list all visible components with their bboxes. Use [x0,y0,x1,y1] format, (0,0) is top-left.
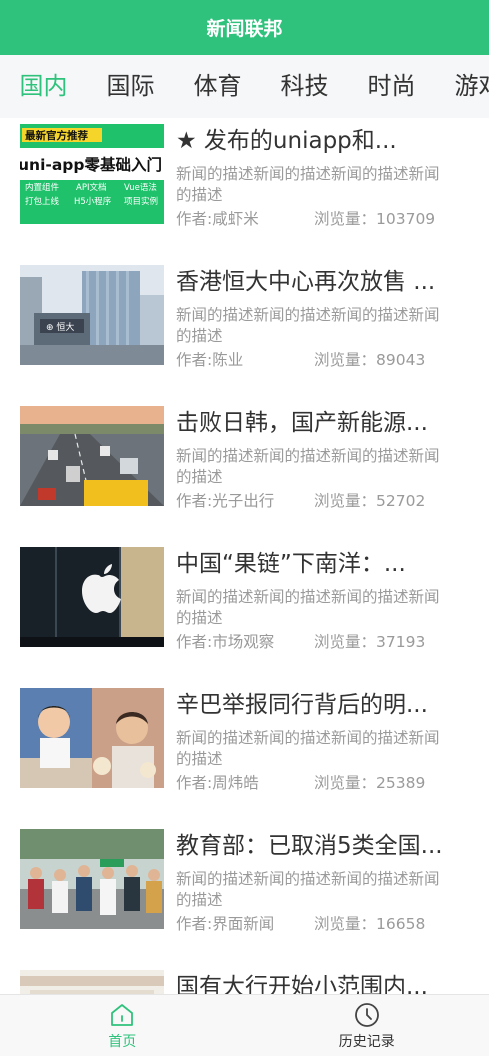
news-description: 新闻的描述新闻的描述新闻的描述新闻的描述 [176,588,440,627]
news-author: 作者:咸虾米 [176,210,259,228]
news-title: ★ 发布的uniapp和... [176,128,397,154]
banner-keyword: Vue语法 [124,182,157,193]
news-author: 作者:市场观察 [176,633,275,651]
news-title: 教育部：已取消5类全国... [176,833,443,859]
category-tabs[interactable]: 国内 国际 体育 科技 时尚 游戏 [0,55,489,118]
svg-text:⊕ 恒大: ⊕ 恒大 [46,321,74,333]
news-item[interactable]: 击败日韩，国产新能源... 新闻的描述新闻的描述新闻的描述新闻的描述 作者:光子… [0,400,489,541]
tab-tech[interactable]: 科技 [261,55,348,118]
news-title: 国有大行开始小范围内... [176,974,428,994]
news-item[interactable]: 国有大行开始小范围内... [0,964,489,994]
tab-games[interactable]: 游戏 [435,55,489,118]
tabbar-home[interactable]: 首页 [0,995,245,1056]
news-title: 辛巴举报同行背后的明... [176,692,428,718]
clock-icon [354,1002,379,1027]
news-thumbnail [20,970,164,994]
apple-store-photo [20,547,164,647]
news-title: 香港恒大中心再次放售 ... [176,269,436,295]
news-description: 新闻的描述新闻的描述新闻的描述新闻的描述 [176,165,440,204]
tab-international[interactable]: 国际 [87,55,174,118]
tabbar-history[interactable]: 历史记录 [245,995,489,1056]
news-item[interactable]: 教育部：已取消5类全国... 新闻的描述新闻的描述新闻的描述新闻的描述 作者:界… [0,823,489,964]
banner-tag: 最新官方推荐 [25,129,88,142]
bank-photo [20,970,164,994]
news-views: 浏览量：25389 [314,774,426,792]
crowd-photo [20,829,164,929]
news-item[interactable]: 最新官方推荐 uni-app零基础入门 内置组件 API文档 Vue语法 打包上… [0,118,489,259]
news-views: 浏览量：103709 [314,210,436,228]
news-item[interactable]: 辛巴举报同行背后的明... 新闻的描述新闻的描述新闻的描述新闻的描述 作者:周炜… [0,682,489,823]
news-author: 作者:周炜皓 [176,774,259,792]
news-description: 新闻的描述新闻的描述新闻的描述新闻的描述 [176,447,440,486]
news-item[interactable]: 中国“果链”下南洋：... 新闻的描述新闻的描述新闻的描述新闻的描述 作者:市场… [0,541,489,682]
home-icon [111,1003,134,1026]
app: 新闻联邦 国内 国际 体育 科技 时尚 游戏 最新官方推荐 uni-app零基础… [0,0,489,1056]
news-views: 浏览量：16658 [314,915,426,933]
news-thumbnail [20,547,164,647]
news-item[interactable]: ⊕ 恒大 香港恒大中心再次放售 ... 新闻的描述新闻的描述新闻的描述新闻的描述… [0,259,489,400]
building-photo: ⊕ 恒大 [20,265,164,365]
course-banner-image: 最新官方推荐 uni-app零基础入门 内置组件 API文档 Vue语法 打包上… [20,124,164,224]
tab-sports[interactable]: 体育 [174,55,261,118]
tabbar-history-label: 历史记录 [338,1033,395,1050]
news-thumbnail: 最新官方推荐 uni-app零基础入门 内置组件 API文档 Vue语法 打包上… [20,124,164,224]
news-thumbnail [20,829,164,929]
news-author: 作者:界面新闻 [176,915,275,933]
tab-domestic[interactable]: 国内 [0,55,87,118]
news-description: 新闻的描述新闻的描述新闻的描述新闻的描述 [176,870,440,909]
tab-fashion[interactable]: 时尚 [348,55,435,118]
nav-header: 新闻联邦 [0,0,489,55]
highway-photo [20,406,164,506]
bottom-tab-bar: 首页 历史记录 [0,994,489,1056]
news-description: 新闻的描述新闻的描述新闻的描述新闻的描述 [176,729,440,768]
news-author: 作者:光子出行 [176,492,275,510]
news-list[interactable]: 最新官方推荐 uni-app零基础入门 内置组件 API文档 Vue语法 打包上… [0,118,489,994]
banner-headline: uni-app零基础入门 [20,155,162,174]
banner-keyword: 内置组件 [25,182,60,193]
news-views: 浏览量：52702 [314,492,426,510]
news-title: 中国“果链”下南洋：... [176,551,406,577]
news-description: 新闻的描述新闻的描述新闻的描述新闻的描述 [176,306,440,345]
page-title: 新闻联邦 [206,18,283,40]
news-views: 浏览量：89043 [314,351,426,369]
banner-keyword: H5小程序 [74,196,112,207]
news-thumbnail [20,406,164,506]
news-thumbnail [20,688,164,788]
people-photo [20,688,164,788]
news-title: 击败日韩，国产新能源... [176,410,428,436]
news-views: 浏览量：37193 [314,633,426,651]
banner-keyword: 项目实例 [124,196,158,207]
news-thumbnail: ⊕ 恒大 [20,265,164,365]
banner-keyword: 打包上线 [25,196,60,207]
banner-keyword: API文档 [76,182,106,193]
tabbar-home-label: 首页 [108,1033,137,1050]
news-author: 作者:陈业 [176,351,244,369]
